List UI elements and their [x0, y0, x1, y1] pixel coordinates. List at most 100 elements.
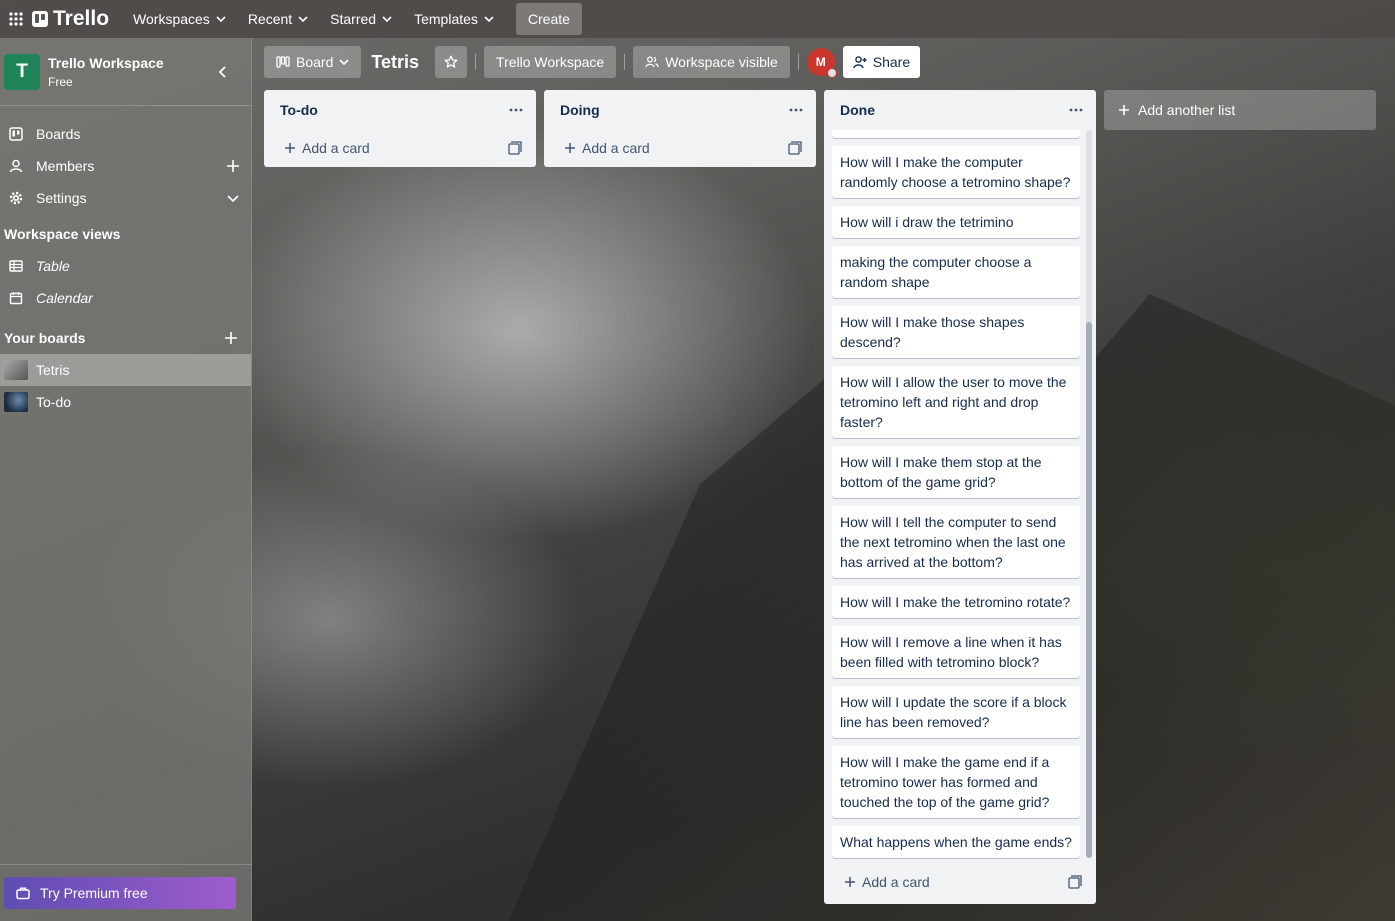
add-card-button[interactable]: Add a card — [544, 130, 816, 166]
sidebar-board-label: Tetris — [36, 362, 70, 378]
list-card[interactable]: How will I make the computer randomly ch… — [832, 146, 1080, 198]
sidebar-board-tetris[interactable]: Tetris — [0, 354, 251, 386]
scrollbar-thumb[interactable] — [1086, 322, 1092, 858]
sidebar-item-label: Calendar — [36, 290, 93, 306]
header-divider — [475, 54, 477, 70]
sidebar-item-boards[interactable]: Boards — [0, 118, 251, 150]
sidebar-board-label: To-do — [36, 394, 72, 410]
create-button[interactable]: Create — [515, 3, 582, 35]
people-icon — [645, 56, 659, 68]
board-icon — [8, 126, 24, 142]
board-view-switcher[interactable]: Board — [264, 46, 362, 78]
list-title[interactable]: Done — [840, 102, 875, 118]
member-avatar-initial: M — [815, 55, 826, 69]
list-card[interactable]: making the computer choose a random shap… — [832, 246, 1080, 298]
list-card[interactable]: How will I tell the computer to send the… — [832, 506, 1080, 578]
try-premium-label: Try Premium free — [40, 885, 148, 901]
nav-starred[interactable]: Starred — [320, 3, 402, 35]
workspace-button[interactable]: Trello Workspace — [484, 46, 617, 78]
workspace-header: T Trello Workspace Free — [0, 38, 251, 106]
list-card[interactable]: How will I remove a line when it has bee… — [832, 626, 1080, 678]
list-card[interactable]: How will i draw the tetrimino — [832, 206, 1080, 238]
sidebar-item-calendar[interactable]: Calendar — [0, 282, 251, 314]
try-premium-button[interactable]: Try Premium free — [4, 877, 236, 909]
add-card-label: Add a card — [302, 140, 370, 156]
add-card-button[interactable]: Add a card — [824, 864, 1096, 900]
workspace-plan: Free — [48, 74, 73, 89]
board-header: Board Tetris Trello Workspace Workspace … — [264, 46, 921, 78]
person-icon — [8, 158, 24, 174]
sidebar-item-label: Members — [36, 158, 95, 174]
collapse-sidebar-icon[interactable] — [215, 64, 231, 80]
star-board-button[interactable] — [435, 46, 468, 78]
plus-icon — [565, 143, 575, 153]
trello-logo[interactable]: Trello — [32, 7, 109, 31]
card-template-icon[interactable] — [1068, 875, 1082, 889]
calendar-icon — [8, 290, 24, 306]
nav-recent-label: Recent — [247, 11, 293, 27]
app-switcher-icon[interactable] — [4, 7, 28, 31]
card-template-icon[interactable] — [508, 141, 522, 155]
share-label: Share — [872, 54, 911, 70]
chevron-down-icon — [298, 16, 308, 23]
sidebar-item-label: Boards — [36, 126, 81, 142]
board-view-label: Board — [296, 54, 334, 70]
workspace-name[interactable]: Trello Workspace — [48, 55, 164, 71]
sidebar-board-todo[interactable]: To-do — [0, 386, 251, 418]
add-board-icon[interactable] — [223, 330, 239, 346]
member-avatar[interactable]: M — [806, 48, 837, 78]
your-boards-title: Your boards — [4, 330, 86, 346]
list-title[interactable]: Doing — [560, 102, 600, 118]
add-card-button[interactable]: Add a card — [264, 130, 536, 166]
list-card[interactable]: How will I make them stop at the bottom … — [832, 446, 1080, 498]
more-options-icon[interactable] — [1068, 102, 1084, 118]
sidebar-item-label: Table — [36, 258, 70, 274]
add-list-label: Add another list — [1138, 102, 1236, 118]
sidebar-item-label: Settings — [36, 190, 87, 206]
gear-icon — [8, 190, 24, 206]
visibility-label: Workspace visible — [665, 54, 778, 70]
board-thumbnail — [4, 392, 28, 412]
add-member-icon[interactable] — [225, 158, 241, 174]
list-card[interactable]: What happens when the game ends? — [832, 826, 1080, 858]
plus-icon — [845, 877, 855, 887]
list-title[interactable]: To-do — [280, 102, 318, 118]
top-navigation-bar: Trello Workspaces Recent Starred Templat… — [0, 0, 1395, 38]
more-options-icon[interactable] — [788, 102, 804, 118]
card-template-icon[interactable] — [788, 141, 802, 155]
sidebar: T Trello Workspace Free Boards Members S… — [0, 38, 252, 921]
chevron-down-icon — [382, 16, 392, 23]
nav-templates[interactable]: Templates — [404, 3, 504, 35]
list-card[interactable]: How will I make those shapes descend? — [832, 306, 1080, 358]
more-options-icon[interactable] — [508, 102, 524, 118]
workspace-avatar[interactable]: T — [4, 53, 40, 90]
list-card[interactable]: How will I allow the user to move the te… — [832, 366, 1080, 438]
nav-workspaces[interactable]: Workspaces — [123, 3, 236, 35]
board-title[interactable]: Tetris — [361, 52, 435, 73]
list-done: Done How will I make the computer random… — [824, 90, 1096, 904]
add-card-label: Add a card — [582, 140, 650, 156]
share-button[interactable]: Share — [842, 46, 921, 78]
nav-recent[interactable]: Recent — [238, 3, 318, 35]
workspace-views-title: Workspace views — [4, 226, 121, 242]
header-divider — [624, 54, 626, 70]
sidebar-item-settings[interactable]: Settings — [0, 182, 251, 214]
list-header[interactable]: Doing — [544, 90, 816, 130]
sidebar-item-members[interactable]: Members — [0, 150, 251, 182]
list-scrollbar[interactable] — [1086, 130, 1092, 858]
list-card-partial[interactable] — [832, 130, 1080, 138]
add-list-button[interactable]: Add another list — [1104, 90, 1376, 130]
board-thumbnail — [4, 360, 28, 380]
list-header[interactable]: Done — [824, 90, 1096, 130]
list-todo: To-do Add a card — [264, 90, 536, 167]
workspace-views-heading: Workspace views — [0, 218, 251, 250]
list-header[interactable]: To-do — [264, 90, 536, 130]
sidebar-item-table[interactable]: Table — [0, 250, 251, 282]
card-list: How will I make the computer randomly ch… — [832, 130, 1080, 862]
list-card[interactable]: How will I make the game end if a tetrom… — [832, 746, 1080, 818]
list-card[interactable]: How will I make the tetromino rotate? — [832, 586, 1080, 618]
list-card[interactable]: How will I update the score if a block l… — [832, 686, 1080, 738]
nav-templates-label: Templates — [414, 11, 478, 27]
chevron-down-icon[interactable] — [225, 190, 241, 206]
visibility-button[interactable]: Workspace visible — [633, 46, 790, 78]
